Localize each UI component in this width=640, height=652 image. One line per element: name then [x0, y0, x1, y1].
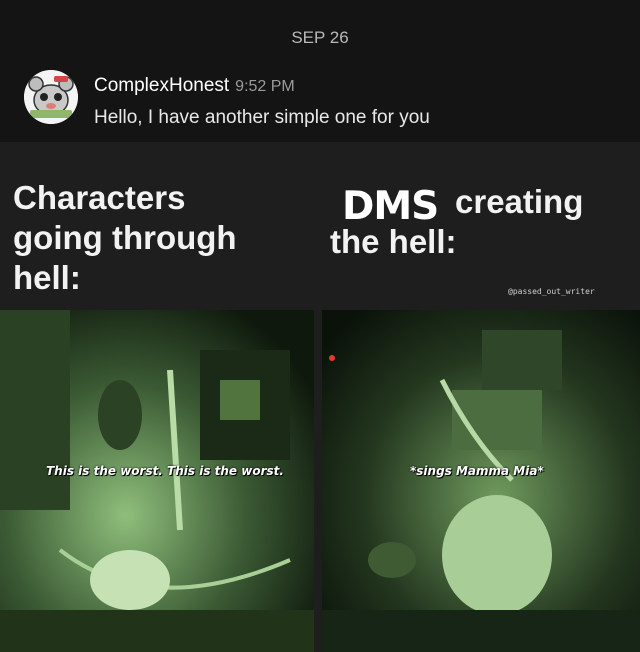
- message-text: Hello, I have another simple one for you: [94, 107, 430, 128]
- date-separator: SEP 26: [291, 28, 349, 47]
- left-meme-panel: [0, 310, 314, 652]
- username[interactable]: ComplexHonest: [94, 75, 229, 96]
- left-caption: Characters going through hell:: [13, 178, 313, 298]
- night-vision-scene-left: [0, 310, 314, 652]
- right-caption-line: creating: [455, 183, 584, 220]
- right-subtitle: *sings Mamma Mia*: [410, 464, 544, 478]
- left-caption-line: hell:: [13, 259, 81, 296]
- mascot-icon: [24, 70, 78, 124]
- watermark: @passed_out_writer: [508, 287, 595, 296]
- night-vision-scene-right: [322, 310, 640, 652]
- right-caption-line: the hell:: [330, 223, 457, 260]
- avatar[interactable]: [24, 70, 78, 124]
- meme-image[interactable]: Characters going through hell: DMS creat…: [0, 142, 640, 652]
- right-meme-panel: [322, 310, 640, 652]
- message-header: ComplexHonest 9:52 PM: [94, 75, 295, 97]
- left-caption-line: Characters: [13, 179, 186, 216]
- left-caption-line: going through: [13, 219, 237, 256]
- left-subtitle: This is the worst. This is the worst.: [46, 464, 284, 478]
- timestamp: 9:52 PM: [235, 78, 295, 95]
